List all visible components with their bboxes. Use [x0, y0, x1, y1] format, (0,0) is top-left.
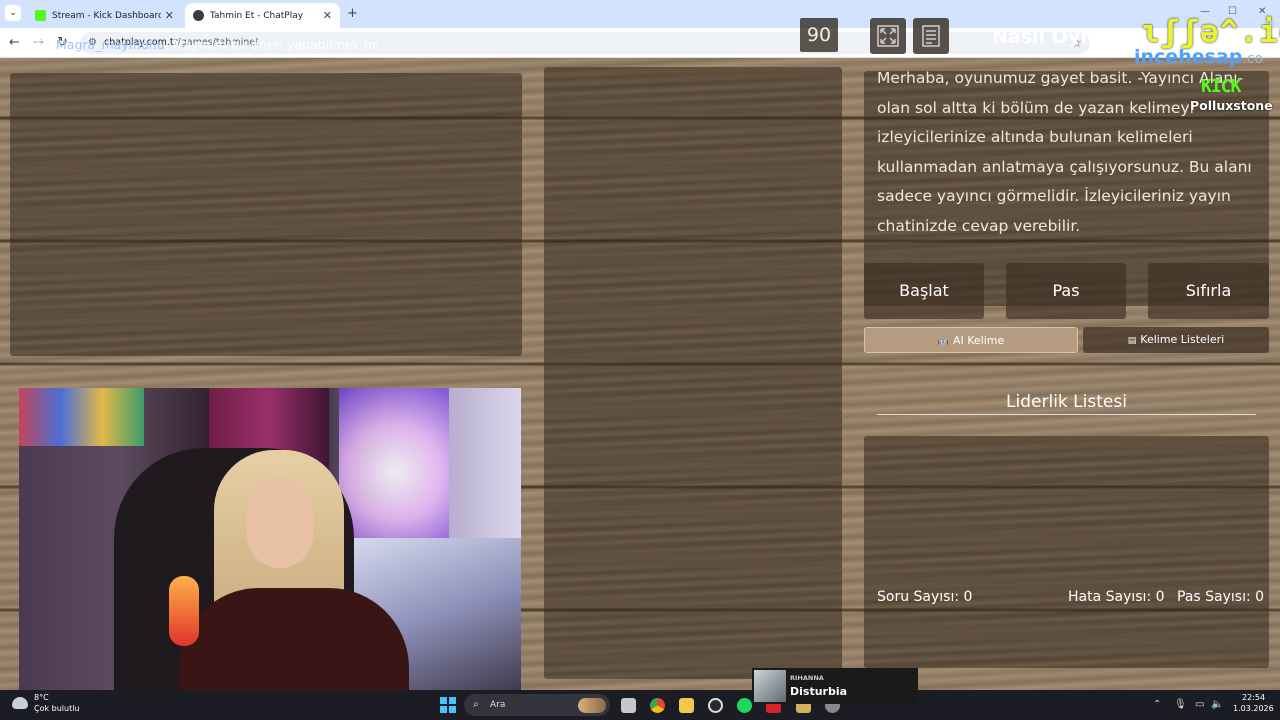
word-lists-tab[interactable]: ▤ Kelime Listeleri: [1083, 327, 1269, 353]
rules-text: Merhaba, oyunumuz gayet basit. -Yayıncı …: [877, 69, 1252, 235]
robot-icon: 🤖: [937, 337, 949, 347]
countdown-timer: 90: [800, 18, 838, 52]
pass-count-label: Pas Sayısı:: [1177, 589, 1251, 605]
file-explorer-icon[interactable]: [679, 698, 694, 713]
tab-kick-dashboard[interactable]: Stream - Kick Dashboard ✕: [27, 3, 182, 28]
chevron-up-icon[interactable]: ⌃: [1153, 699, 1161, 710]
sponsor-site: incehesap.co: [1134, 46, 1263, 68]
chat-username: Magra_maymunu: [56, 37, 165, 52]
fullscreen-icon[interactable]: [870, 18, 906, 54]
chat-message: 22:54 Magra_maymunu: Maymun bir öneri ya…: [16, 37, 379, 52]
tab-title: Tahmin Et - ChatPlay: [210, 10, 304, 21]
error-count: Hata Sayısı: 0: [1068, 589, 1165, 605]
now-playing-widget[interactable]: RIHANNA Disturbia: [752, 668, 918, 704]
error-count-value: 0: [1155, 589, 1165, 605]
weather-desc: Çok bulutlu: [34, 704, 80, 713]
streamer-handle: Polluxstone: [1190, 98, 1273, 113]
cloud-icon: [12, 697, 28, 709]
chat-text: : Maymun bir öneri yapabilmek mi: [164, 37, 380, 52]
ai-word-label: AI Kelime: [952, 334, 1005, 347]
leaderboard-panel: [864, 436, 1269, 668]
word-lists-label: Kelime Listeleri: [1140, 333, 1225, 346]
sponsor-site-tld: .co: [1242, 51, 1264, 67]
task-view-icon[interactable]: [621, 698, 636, 713]
pass-button[interactable]: Pas: [1006, 263, 1126, 319]
tab-search-dropdown-icon[interactable]: ⌄: [5, 5, 21, 21]
word-panel: [544, 67, 842, 679]
tab-chatplay[interactable]: Tahmin Et - ChatPlay ✕: [185, 3, 340, 28]
pass-count: Pas Sayısı: 0: [1177, 589, 1264, 605]
start-button[interactable]: Başlat: [864, 263, 984, 319]
monitor-icon[interactable]: ▭: [1195, 699, 1204, 710]
question-count: Soru Sayısı: 0: [877, 589, 972, 605]
weather-temp: 8°C: [34, 693, 49, 702]
sponsor-logo: ɩʃʃə^.io: [1141, 14, 1280, 50]
rules-title: Nasıl Oynanır?: [992, 26, 1147, 48]
webcam-face: [247, 478, 313, 568]
leaderboard-divider: [877, 414, 1256, 415]
plus-icon[interactable]: +: [347, 6, 358, 21]
clock-time[interactable]: 22:54: [1242, 693, 1265, 702]
notes-icon[interactable]: [913, 18, 949, 54]
webcam-poster: [19, 388, 144, 446]
kick-favicon-icon: [35, 10, 46, 21]
clock-date[interactable]: 1.03.2026: [1233, 704, 1274, 713]
close-tab-icon[interactable]: ✕: [323, 9, 332, 22]
question-count-value: 0: [963, 589, 973, 605]
now-playing-artist: RIHANNA: [790, 674, 824, 682]
chat-panel: [10, 73, 522, 356]
question-count-label: Soru Sayısı:: [877, 589, 960, 605]
error-count-label: Hata Sayısı:: [1068, 589, 1152, 605]
kick-logo: KICK: [1201, 76, 1241, 97]
now-playing-song: Disturbia: [790, 685, 848, 698]
obs-icon[interactable]: [708, 698, 723, 713]
pass-count-value: 0: [1255, 589, 1265, 605]
browser-tab-bar: ⌄ Stream - Kick Dashboard ✕ Tahmin Et - …: [0, 0, 1280, 28]
sponsor-site-name: incehesap: [1134, 46, 1243, 68]
volume-icon[interactable]: 🔈: [1211, 699, 1223, 710]
taskbar-search-placeholder: Ara: [490, 700, 506, 710]
chrome-icon[interactable]: [650, 698, 665, 713]
ai-word-tab[interactable]: 🤖 AI Kelime: [864, 327, 1078, 353]
spotify-icon[interactable]: [737, 698, 752, 713]
chat-time: 22:54: [16, 37, 53, 52]
leaderboard-title: Liderlik Listesi: [1006, 392, 1127, 412]
chatplay-favicon-icon: [193, 10, 204, 21]
webcam-lamp: [169, 576, 199, 646]
webcam-body: [179, 588, 409, 697]
list-icon: ▤: [1127, 336, 1137, 346]
reset-button[interactable]: Sıfırla: [1148, 263, 1269, 319]
tab-title: Stream - Kick Dashboard: [52, 10, 161, 21]
windows-start-icon[interactable]: [440, 697, 456, 713]
album-art: [754, 670, 786, 702]
windows-taskbar: 8°C Çok bulutlu ⌕ Ara ⌃ 🎙 ▭ 🔈 22:54 1.03…: [0, 690, 1280, 720]
microphone-icon[interactable]: 🎙: [1174, 699, 1187, 710]
widget-icon[interactable]: [578, 698, 606, 713]
close-tab-icon[interactable]: ✕: [165, 9, 174, 22]
webcam-feed: [19, 388, 521, 697]
search-icon: ⌕: [473, 699, 479, 710]
